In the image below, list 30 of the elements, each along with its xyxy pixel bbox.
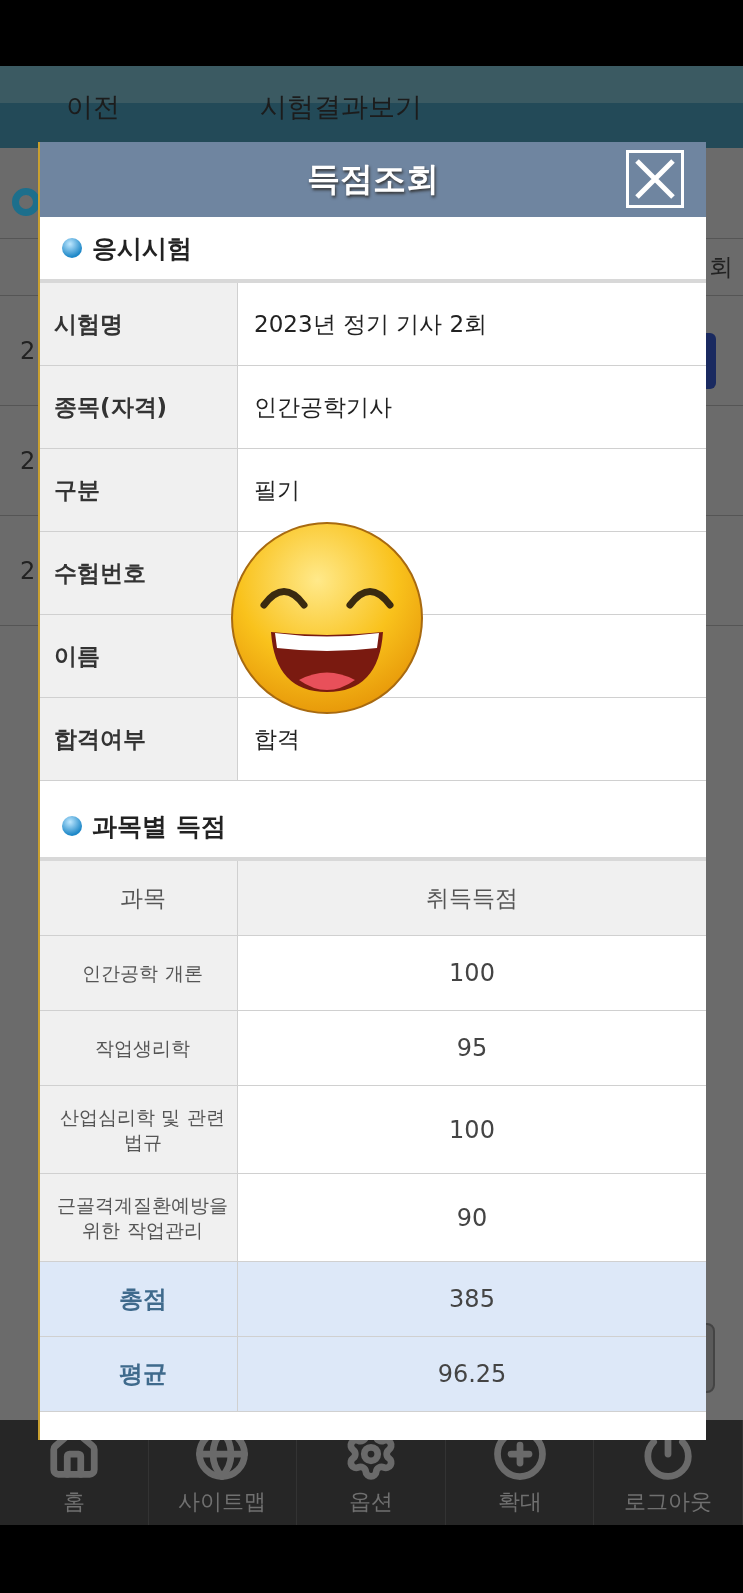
subject-cell: 인간공학 개론 (40, 936, 238, 1010)
label-cell: 종목(자격) (40, 366, 238, 448)
label-cell: 수험번호 (40, 532, 238, 614)
section-heading: 응시시험 (92, 232, 192, 265)
label-cell: 구분 (40, 449, 238, 531)
dialog-title: 득점조회 (307, 158, 439, 200)
score-text: 90 (456, 1203, 488, 1232)
label-cell: 이름 (40, 615, 238, 697)
score-text: 95 (456, 1034, 488, 1062)
subject-cell: 산업심리학 및 관련 법규 (40, 1086, 238, 1173)
label-cell: 시험명 (40, 283, 238, 365)
subject-cell: 작업생리학 (40, 1011, 238, 1085)
subject-cell: 근골격계질환예방을 위한 작업관리 (40, 1174, 238, 1261)
value-text: 2023년 정기 기사 2회 (254, 309, 488, 339)
table-cell: 2 (20, 556, 36, 585)
section-heading: 과목별 득점 (92, 810, 226, 843)
score-text: 100 (449, 1115, 495, 1144)
back-link[interactable]: 이전 (66, 89, 120, 125)
table-cell: 2 (20, 446, 36, 475)
total-value: 96.25 (437, 1360, 507, 1388)
column-header: 취득득점 (426, 883, 518, 913)
table-cell: 2 (20, 336, 36, 365)
value-text: 필기 (254, 475, 300, 505)
page-title: 시험결과보기 (260, 90, 422, 124)
column-header: 회 (709, 252, 733, 283)
total-value: 385 (449, 1285, 495, 1313)
value-text: 합격 (254, 724, 300, 754)
score-text: 100 (449, 959, 495, 987)
value-text: 인간공학기사 (254, 392, 392, 422)
label-cell: 합격여부 (40, 698, 238, 780)
